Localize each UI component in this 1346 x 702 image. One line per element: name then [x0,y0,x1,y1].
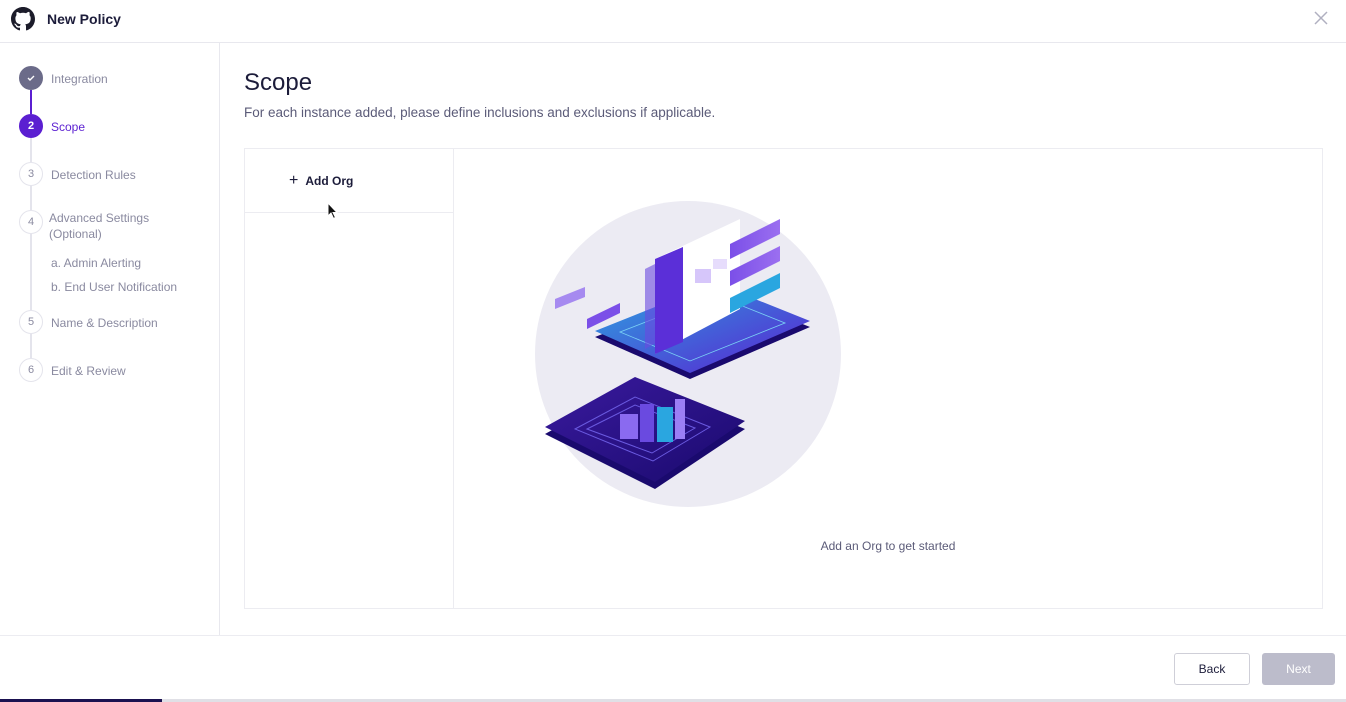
main-content: Scope For each instance added, please de… [220,43,1346,635]
check-icon [19,66,43,90]
add-org-button[interactable]: + Add Org [245,149,453,213]
page-subtitle: For each instance added, please define i… [244,105,716,120]
back-button[interactable]: Back [1174,653,1250,685]
step-number: 2 [19,114,43,138]
step-connector [30,138,32,162]
footer: Back Next [0,635,1346,702]
next-button[interactable]: Next [1262,653,1335,685]
step-label: Detection Rules [51,168,136,182]
step-number: 3 [19,162,43,186]
step-connector [30,186,32,210]
empty-state-illustration [535,201,841,507]
step-label: Scope [51,120,86,134]
mouse-cursor-icon [327,202,339,220]
plus-icon: + [289,171,299,189]
step-label: Advanced Settings (Optional) [49,211,150,241]
step-number: 4 [19,210,43,234]
step-label: Edit & Review [51,364,126,378]
close-icon[interactable] [1314,11,1328,25]
step-connector [30,234,32,310]
org-list: + Add Org [245,149,454,608]
scope-panel: + Add Org Add an Org to get started [244,148,1323,609]
step-label: Integration [51,72,108,86]
app-title: New Policy [47,11,121,27]
empty-state-text: Add an Org to get started [820,539,956,553]
header: New Policy [0,0,1346,43]
step-number: 5 [19,310,43,334]
substep-admin-alerting[interactable]: a. Admin Alerting [51,255,141,271]
steps-sidebar: Integration 2 Scope 3 Detection Rules 4 … [0,43,220,635]
step-label: Name & Description [51,316,158,330]
github-icon [11,7,35,31]
page-title: Scope [244,69,313,96]
step-connector [30,90,32,114]
add-org-label: Add Org [305,173,354,188]
substep-end-user-notification[interactable]: b. End User Notification [51,279,177,295]
step-number: 6 [19,358,43,382]
step-connector [30,334,32,358]
